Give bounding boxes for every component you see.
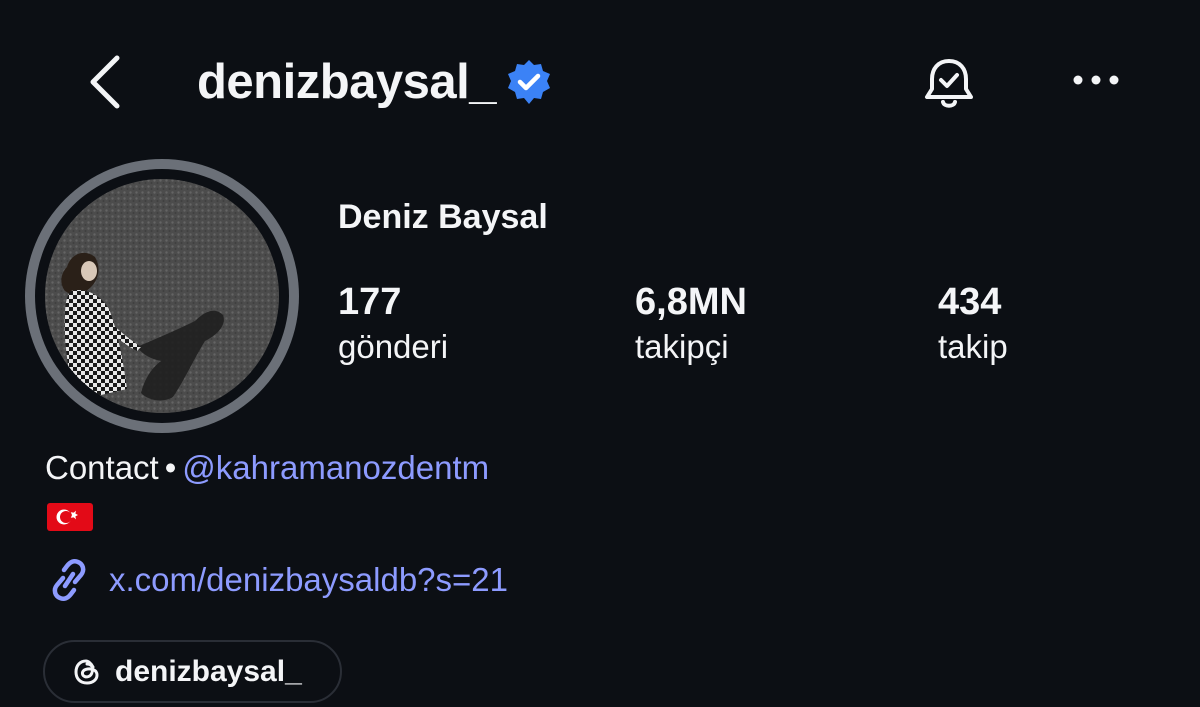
followers-stat[interactable]: 6,8MN takipçi [635, 282, 747, 368]
following-label: takip [938, 328, 1008, 365]
followers-label: takipçi [635, 328, 729, 365]
followers-count: 6,8MN [635, 281, 747, 323]
posts-stat[interactable]: 177 gönderi [338, 282, 448, 368]
bio-separator: • [164, 449, 177, 486]
contact-mention-link[interactable]: @kahramanozdentm [182, 449, 489, 486]
profile-photo [45, 179, 279, 413]
bio-link[interactable]: x.com/denizbaysaldb?s=21 [45, 558, 508, 602]
notification-bell-button[interactable] [915, 52, 983, 116]
posts-label: gönderi [338, 328, 449, 365]
bio-contact-line: Contact • @kahramanozdentm [45, 447, 489, 489]
more-options-button[interactable] [1067, 60, 1125, 100]
back-button[interactable] [78, 50, 128, 114]
more-horizontal-icon [1073, 75, 1119, 85]
posts-count: 177 [338, 281, 402, 323]
notification-bell-icon [925, 59, 973, 108]
threads-username: denizbaysal_ [115, 654, 302, 688]
username: denizbaysal_ [197, 55, 497, 109]
threads-profile-button[interactable]: denizbaysal_ [43, 640, 342, 703]
following-count: 434 [938, 281, 1002, 323]
verified-badge-icon [504, 57, 554, 107]
chevron-left-icon [90, 55, 120, 109]
avatar[interactable] [25, 159, 299, 433]
profile-page: denizbaysal_ Deniz Baysal 177 gönderi 6,… [0, 0, 1200, 707]
display-name: Deniz Baysal [338, 198, 548, 236]
bio-link-text: x.com/denizbaysaldb?s=21 [109, 561, 508, 598]
link-icon [45, 558, 97, 602]
turkey-flag-icon [47, 503, 93, 531]
following-stat[interactable]: 434 takip [938, 282, 1008, 368]
contact-label: Contact [45, 449, 159, 486]
threads-icon [69, 654, 105, 690]
header-title: denizbaysal_ [197, 50, 554, 114]
